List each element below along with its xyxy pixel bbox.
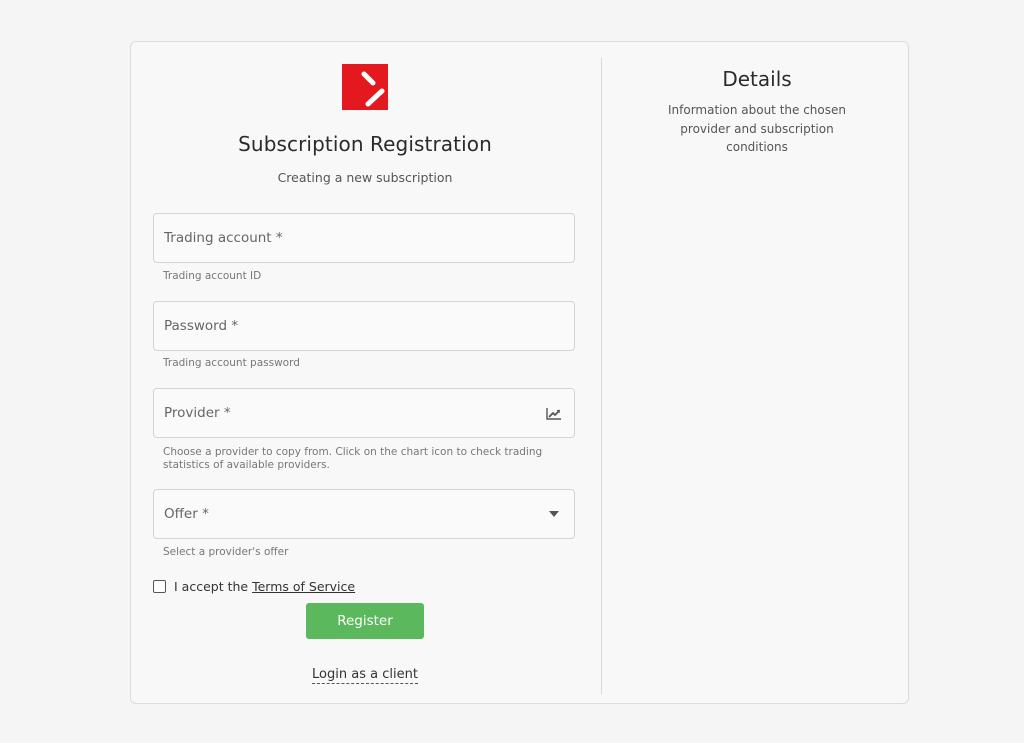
provider-label: Provider * bbox=[164, 405, 231, 421]
trading-account-hint: Trading account ID bbox=[163, 270, 262, 282]
offer-hint: Select a provider's offer bbox=[163, 546, 289, 558]
details-text: Information about the chosen provider an… bbox=[667, 103, 846, 154]
terms-checkbox[interactable] bbox=[153, 579, 166, 593]
chart-icon[interactable] bbox=[546, 407, 562, 421]
terms-row: I accept the Terms of Service bbox=[153, 577, 355, 595]
terms-label: I accept the bbox=[174, 578, 249, 594]
login-link-row: Login as a client bbox=[153, 667, 577, 684]
provider-hint: Choose a provider to copy from. Click on… bbox=[163, 446, 543, 471]
login-as-client-link[interactable]: Login as a client bbox=[312, 667, 418, 684]
dropdown-arrow-icon bbox=[549, 511, 559, 517]
brand-logo-icon bbox=[342, 64, 388, 110]
offer-label: Offer * bbox=[164, 506, 209, 522]
offer-select[interactable]: Offer * bbox=[153, 489, 575, 539]
trading-account-field[interactable]: Trading account * bbox=[153, 213, 575, 263]
password-hint: Trading account password bbox=[163, 357, 300, 369]
details-title: Details bbox=[722, 67, 792, 91]
column-divider bbox=[601, 58, 602, 694]
provider-field[interactable]: Provider * bbox=[153, 388, 575, 438]
register-button[interactable]: Register bbox=[306, 603, 424, 639]
password-label: Password * bbox=[164, 318, 239, 334]
page-title: Subscription Registration bbox=[238, 132, 492, 156]
registration-card: Subscription Registration Creating a new… bbox=[130, 41, 909, 704]
page-subtitle: Creating a new subscription bbox=[277, 170, 453, 185]
password-field[interactable]: Password * bbox=[153, 301, 575, 351]
terms-of-service-link[interactable]: Terms of Service bbox=[252, 579, 355, 594]
trading-account-label: Trading account * bbox=[164, 230, 283, 246]
